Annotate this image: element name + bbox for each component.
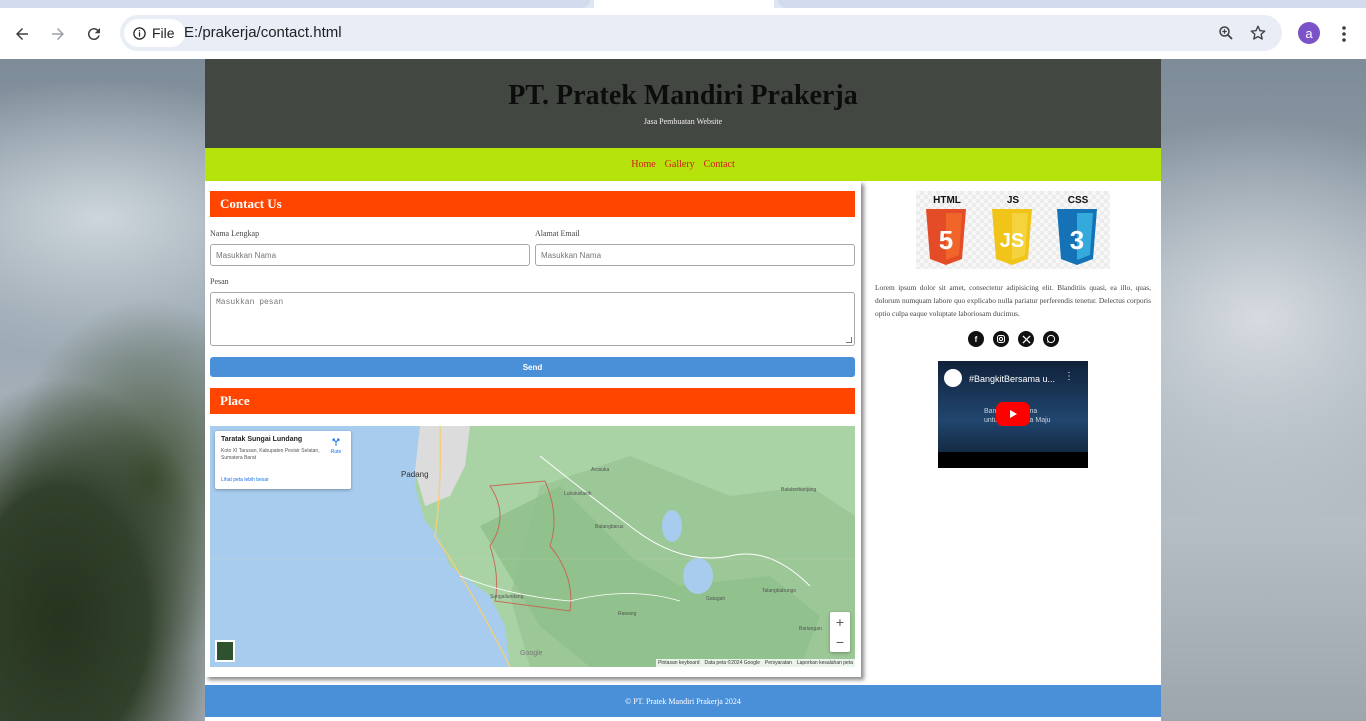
svg-text:5: 5 [939,225,953,255]
email-input[interactable]: Masukkan Nama [535,244,855,266]
video-menu-icon[interactable]: ⋮ [1064,371,1074,382]
tech-shields-icon: 5 JS 3 [926,209,1097,265]
x-icon[interactable] [1018,331,1034,347]
facebook-icon[interactable]: f [968,331,984,347]
map-label-bariangan: Bariangan [799,626,822,632]
info-icon [133,26,146,40]
send-button[interactable]: Send [210,357,855,377]
map-zoom-controls: + − [830,612,850,652]
message-placeholder: Masukkan pesan [216,298,284,307]
tab-strip [0,0,1366,8]
satellite-toggle[interactable] [215,640,235,662]
url-text[interactable]: E:/prakerja/contact.html [184,24,342,41]
map-footer-terms[interactable]: Persyaratan [765,660,792,666]
side-column: HTML JS CSS 5 JS 3 Lorem ipsum dolor sit… [861,181,1161,677]
back-icon[interactable] [9,21,35,47]
forward-icon[interactable] [45,21,71,47]
contact-heading: Contact Us [210,191,855,217]
site-nav: Home Gallery Contact [205,148,1161,181]
address-bar[interactable]: File E:/prakerja/contact.html [120,15,1282,51]
social-links: f [968,331,1059,347]
whatsapp-icon[interactable] [1043,331,1059,347]
site-header: PT. Pratek Mandiri Prakerja Jasa Pembuat… [205,59,1161,148]
page-viewport: PT. Pratek Mandiri Prakerja Jasa Pembuat… [0,59,1366,721]
reload-icon[interactable] [81,21,107,47]
map-label-gatagah: Gatagah [706,596,726,602]
name-label: Nama Lengkap [210,229,260,238]
zoom-icon[interactable] [1215,22,1237,44]
directions-icon [332,438,340,446]
youtube-embed[interactable]: #BangkitBersama u... ⋮ Bangkit Bersama u… [938,361,1088,468]
map-place-name: Taratak Sungai Lundang [221,436,303,443]
video-bottom-bar [938,452,1088,468]
tab-inactive-right[interactable] [778,0,1366,8]
browser-menu-icon[interactable] [1332,21,1356,47]
tab-inactive-left[interactable] [0,0,590,8]
resize-grip-icon[interactable] [846,337,852,343]
svg-text:3: 3 [1070,225,1084,255]
map-label-batuberbanjang: Batuberbanjang [781,487,817,493]
name-input[interactable]: Masukkan Nama [210,244,530,266]
message-label: Pesan [210,277,229,286]
zoom-in-button[interactable]: + [830,612,850,632]
browser-toolbar: File E:/prakerja/contact.html a [0,8,1366,59]
site-footer: © PT. Pratek Mandiri Prakerja 2024 [205,685,1161,717]
channel-avatar[interactable] [944,369,962,387]
tab-active[interactable] [594,0,774,8]
nav-link-gallery[interactable]: Gallery [665,159,695,170]
video-title[interactable]: #BangkitBersama u... [969,374,1055,384]
instagram-icon[interactable] [993,331,1009,347]
sidebar-lorem-text: Lorem ipsum dolor sit amet, consectetur … [875,283,1151,318]
map-label-rawang: Rawang [618,611,637,617]
map-label-lubuksilasih: Lubuksilasih [564,491,592,497]
map-label-padang: Padang [401,470,429,479]
site-chip-label: File [152,25,175,41]
directions-button[interactable]: Rute [329,437,343,455]
larger-map-link[interactable]: Lihat peta lebih besar [221,477,269,483]
site-tagline: Jasa Pembuatan Website [643,117,723,126]
map-label-batangbarus: Batangbarus [595,524,624,530]
embedded-map[interactable]: Padang Lubuksilasih Batangbarus Sungailu… [210,426,855,667]
google-logo: Google [520,650,543,657]
map-label-arosuka: Arosuka [591,467,610,473]
map-footer-keyboard[interactable]: Pintasan keyboard [658,660,699,666]
map-footer-report[interactable]: Laporkan kesalahan peta [797,660,853,666]
nav-link-home[interactable]: Home [631,159,655,170]
map-label-sungailundang: Sungailundang [490,594,524,600]
map-place-card: Taratak Sungai Lundang Koto XI Tarusan, … [215,431,351,489]
main-column: Contact Us Nama Lengkap Masukkan Nama Al… [205,181,861,677]
map-attribution: Pintasan keyboard Data peta ©2024 Google… [656,659,855,667]
message-textarea[interactable]: Masukkan pesan [210,292,855,346]
email-label: Alamat Email [535,229,580,238]
page-container: PT. Pratek Mandiri Prakerja Jasa Pembuat… [205,59,1161,721]
site-info-chip[interactable]: File [124,19,185,47]
site-title: PT. Pratek Mandiri Prakerja [508,80,858,111]
map-label-talangbabungo: Talangbabungo [762,588,797,594]
tech-badges-image: HTML JS CSS 5 JS 3 [916,191,1110,269]
bookmark-star-icon[interactable] [1247,22,1269,44]
nav-link-contact[interactable]: Contact [704,159,735,170]
map-footer-data: Data peta ©2024 Google [704,660,760,666]
zoom-out-button[interactable]: − [830,632,850,652]
place-heading: Place [210,388,855,414]
play-button-icon[interactable] [996,402,1030,426]
profile-avatar[interactable]: a [1298,22,1320,44]
svg-text:JS: JS [1000,230,1024,252]
map-place-address: Koto XI Tarusan, Kabupaten Pesisir Selat… [221,448,320,461]
directions-label: Rute [330,449,342,455]
